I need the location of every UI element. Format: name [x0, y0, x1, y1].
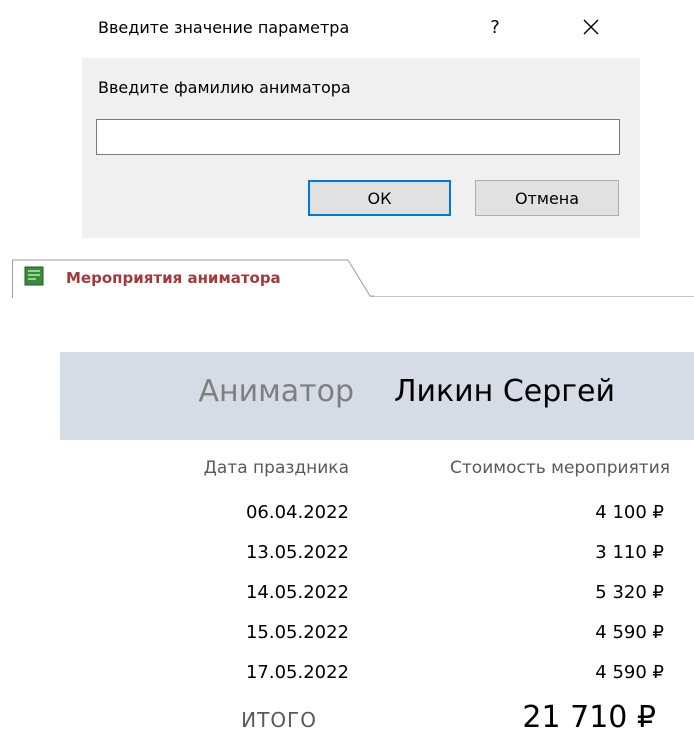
event-cost: 5 320 ₽	[595, 582, 664, 603]
event-cost: 4 590 ₽	[595, 662, 664, 683]
total-label: ИТОГО	[241, 708, 317, 732]
table-row: 06.04.2022 4 100 ₽	[0, 502, 694, 534]
event-cost: 3 110 ₽	[595, 542, 664, 563]
event-date: 14.05.2022	[245, 582, 349, 603]
total-value: 21 710 ₽	[522, 700, 656, 735]
report-rows: 06.04.2022 4 100 ₽ 13.05.2022 3 110 ₽ 14…	[0, 0, 694, 737]
table-row: 17.05.2022 4 590 ₽	[0, 662, 694, 694]
event-date: 17.05.2022	[245, 662, 349, 683]
event-date: 06.04.2022	[245, 502, 349, 523]
table-row: 13.05.2022 3 110 ₽	[0, 542, 694, 574]
table-row: 14.05.2022 5 320 ₽	[0, 582, 694, 614]
event-cost: 4 590 ₽	[595, 622, 664, 643]
table-row: 15.05.2022 4 590 ₽	[0, 622, 694, 654]
event-cost: 4 100 ₽	[595, 502, 664, 523]
event-date: 13.05.2022	[245, 542, 349, 563]
event-date: 15.05.2022	[245, 622, 349, 643]
